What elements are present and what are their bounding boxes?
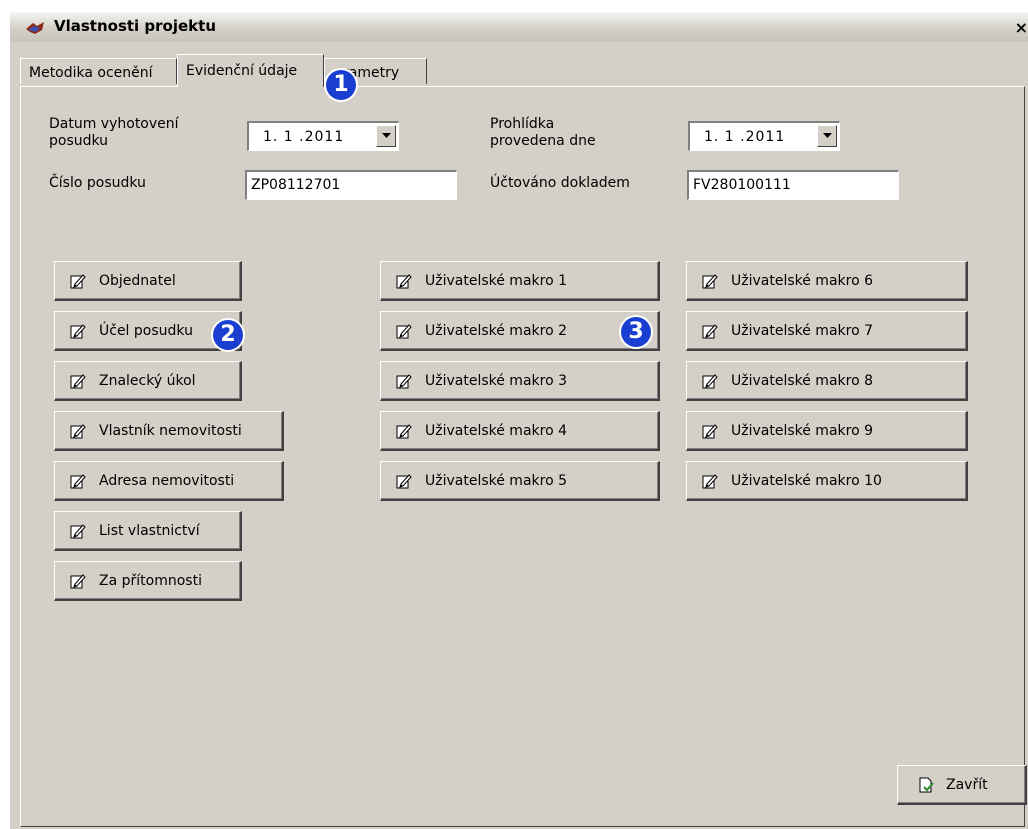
edit-icon — [396, 373, 412, 389]
edit-icon — [70, 573, 86, 589]
button-label: Vlastník nemovitosti — [99, 423, 242, 439]
date-made-picker[interactable]: 1. 1 .2011 — [247, 121, 399, 151]
btn-left-1[interactable]: Objednatel — [54, 261, 242, 301]
tab-evidencni[interactable]: Evidenční údaje — [177, 54, 324, 87]
date-made-label: Datum vyhotovení posudku — [49, 116, 179, 149]
invoice-value: FV280100111 — [693, 177, 791, 193]
edit-icon — [70, 423, 86, 439]
button-label: Za přítomnosti — [99, 573, 202, 589]
edit-icon — [70, 323, 86, 339]
button-label: Uživatelské makro 1 — [425, 273, 568, 289]
btn-left-5[interactable]: Adresa nemovitosti — [54, 461, 284, 501]
btn-right-2[interactable]: Uživatelské makro 7 — [686, 311, 968, 351]
edit-icon — [396, 423, 412, 439]
invoice-field[interactable]: FV280100111 — [687, 170, 899, 200]
button-label: Uživatelské makro 2 — [425, 323, 568, 339]
btn-left-6[interactable]: List vlastnictví — [54, 511, 242, 551]
window-title: Vlastnosti projektu — [54, 17, 216, 35]
btn-right-4[interactable]: Uživatelské makro 9 — [686, 411, 968, 451]
edit-icon — [70, 523, 86, 539]
button-label: Uživatelské makro 7 — [731, 323, 874, 339]
button-label: Objednatel — [99, 273, 176, 289]
dialog-window: Vlastnosti projektu × Metodika ocenění E… — [10, 12, 1028, 829]
edit-icon — [70, 473, 86, 489]
btn-left-3[interactable]: Znalecký úkol — [54, 361, 242, 401]
app-icon — [26, 22, 44, 34]
edit-icon — [70, 373, 86, 389]
report-number-label: Číslo posudku — [49, 175, 146, 191]
close-button-label: Zavřít — [946, 777, 988, 793]
button-label: List vlastnictví — [99, 523, 200, 539]
btn-right-1[interactable]: Uživatelské makro 6 — [686, 261, 968, 301]
tab-panel: Datum vyhotovení posudku 1. 1 .2011 Proh… — [20, 86, 1027, 827]
edit-icon — [702, 473, 718, 489]
button-label: Uživatelské makro 9 — [731, 423, 874, 439]
close-icon[interactable]: × — [1015, 18, 1028, 37]
edit-icon — [396, 273, 412, 289]
button-label: Uživatelské makro 10 — [731, 473, 882, 489]
tab-label: Evidenční údaje — [186, 63, 298, 79]
button-label: Uživatelské makro 5 — [425, 473, 568, 489]
date-made-value: 1. 1 .2011 — [263, 129, 345, 145]
button-label: Účel posudku — [99, 323, 193, 339]
button-label: Uživatelské makro 3 — [425, 373, 568, 389]
btn-mid-2[interactable]: Uživatelské makro 2 — [380, 311, 660, 351]
inspection-date-picker[interactable]: 1. 1 .2011 — [688, 121, 840, 151]
annotation-badge-1: 1 — [326, 70, 356, 100]
report-number-field[interactable]: ZP08112701 — [245, 170, 457, 200]
btn-right-3[interactable]: Uživatelské makro 8 — [686, 361, 968, 401]
annotation-badge-2: 2 — [213, 320, 243, 350]
edit-icon — [396, 323, 412, 339]
close-doc-icon — [919, 777, 934, 793]
invoice-label: Účtováno dokladem — [490, 175, 630, 191]
button-label: Uživatelské makro 6 — [731, 273, 874, 289]
report-number-value: ZP08112701 — [251, 177, 341, 193]
btn-left-4[interactable]: Vlastník nemovitosti — [54, 411, 284, 451]
button-label: Znalecký úkol — [99, 373, 196, 389]
edit-icon — [396, 473, 412, 489]
inspection-date-value: 1. 1 .2011 — [704, 129, 786, 145]
btn-mid-1[interactable]: Uživatelské makro 1 — [380, 261, 660, 301]
title-bar[interactable]: Vlastnosti projektu × — [10, 12, 1028, 42]
button-label: Adresa nemovitosti — [99, 473, 235, 489]
btn-mid-4[interactable]: Uživatelské makro 4 — [380, 411, 660, 451]
button-label: Uživatelské makro 4 — [425, 423, 568, 439]
btn-mid-3[interactable]: Uživatelské makro 3 — [380, 361, 660, 401]
btn-left-7[interactable]: Za přítomnosti — [54, 561, 242, 601]
close-button[interactable]: Zavřít — [897, 765, 1027, 805]
edit-icon — [702, 373, 718, 389]
edit-icon — [702, 273, 718, 289]
inspection-date-label: Prohlídka provedena dne — [490, 116, 596, 149]
edit-icon — [702, 323, 718, 339]
button-label: Uživatelské makro 8 — [731, 373, 874, 389]
btn-mid-5[interactable]: Uživatelské makro 5 — [380, 461, 660, 501]
tab-metodika[interactable]: Metodika ocenění — [20, 58, 177, 84]
chevron-down-icon[interactable] — [376, 125, 396, 147]
btn-right-5[interactable]: Uživatelské makro 10 — [686, 461, 968, 501]
tab-label: Metodika ocenění — [29, 65, 153, 81]
edit-icon — [702, 423, 718, 439]
annotation-badge-3: 3 — [621, 317, 651, 347]
edit-icon — [70, 273, 86, 289]
chevron-down-icon[interactable] — [817, 125, 837, 147]
